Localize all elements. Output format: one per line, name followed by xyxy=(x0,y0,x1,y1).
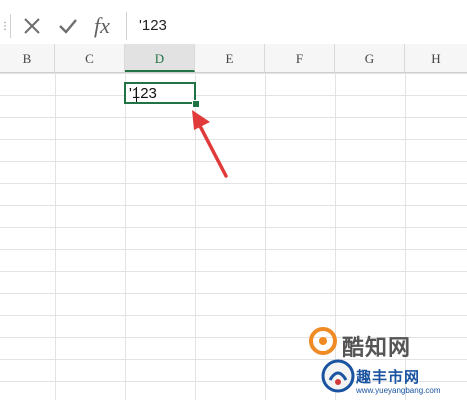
column-header-g[interactable]: G xyxy=(335,44,405,72)
annotation-arrow-icon xyxy=(192,110,228,178)
column-header-h[interactable]: H xyxy=(405,44,467,72)
active-cell[interactable]: '123 xyxy=(124,82,196,104)
column-header-b[interactable]: B xyxy=(0,44,55,72)
column-header-e[interactable]: E xyxy=(195,44,265,72)
formula-bar: ⋮ fx '123 xyxy=(0,8,467,45)
enter-button[interactable] xyxy=(54,14,82,38)
column-label: F xyxy=(295,51,304,66)
column-label: C xyxy=(85,51,94,66)
column-label: G xyxy=(364,51,375,66)
column-label: E xyxy=(225,51,234,66)
watermark: 酷知网 趣丰市网 www.yueyangbang.com xyxy=(296,322,467,400)
formula-value: '123 xyxy=(139,17,167,34)
site-logo-icon xyxy=(321,359,355,393)
fill-handle[interactable] xyxy=(192,100,200,108)
check-icon xyxy=(59,19,77,34)
column-header-c[interactable]: C xyxy=(55,44,125,72)
column-gridline xyxy=(265,73,266,400)
active-cell-text: '123 xyxy=(129,85,157,102)
column-label: D xyxy=(154,51,165,66)
column-gridline xyxy=(125,73,126,400)
watermark-url: www.yueyangbang.com xyxy=(356,386,441,395)
column-header-f[interactable]: F xyxy=(265,44,335,72)
close-icon xyxy=(24,18,40,34)
name-box-edge[interactable]: ⋮ xyxy=(0,22,10,32)
column-headers: B C D E F G H xyxy=(0,44,467,73)
fx-label: fx xyxy=(94,13,110,38)
column-label: B xyxy=(22,51,32,66)
insert-function-button[interactable]: fx xyxy=(88,13,116,38)
cancel-button[interactable] xyxy=(18,14,46,38)
brand-logo-icon xyxy=(309,327,337,355)
watermark-site: 趣丰市网 xyxy=(356,369,421,386)
text-caret xyxy=(136,87,137,102)
column-label: H xyxy=(431,51,441,66)
formula-input[interactable]: '123 xyxy=(126,12,467,40)
formula-bar-separator xyxy=(10,14,11,38)
column-gridline xyxy=(55,73,56,400)
column-header-d[interactable]: D xyxy=(125,44,195,72)
